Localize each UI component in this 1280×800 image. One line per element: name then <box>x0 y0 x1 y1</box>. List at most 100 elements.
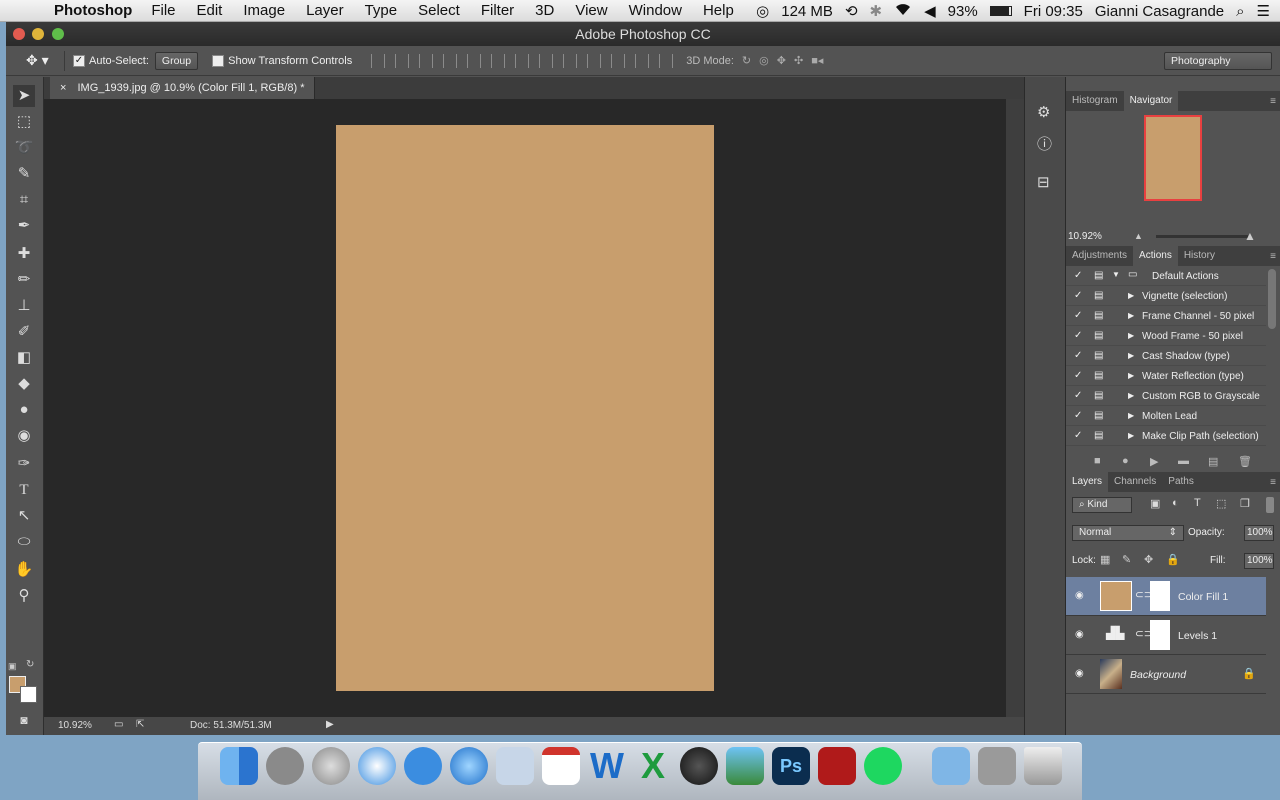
bluetooth-icon[interactable]: ✱ <box>870 2 883 20</box>
expand-triangle-icon[interactable]: ▶ <box>1128 411 1134 420</box>
type-tool-icon[interactable]: T <box>13 479 35 501</box>
spotify-icon[interactable] <box>864 747 902 785</box>
lasso-tool-icon[interactable]: ➰ <box>13 137 35 159</box>
action-set[interactable]: ✓ ▤ ▼ ▭ Default Actions <box>1066 266 1266 286</box>
align-hcenter-icon[interactable] <box>467 53 482 68</box>
background-color-swatch[interactable] <box>20 686 37 703</box>
battery-readout[interactable]: 93% <box>948 3 978 20</box>
layer-filter-kind[interactable]: ⌕ Kind <box>1072 497 1132 513</box>
distribute-bottom-icon[interactable] <box>563 53 578 68</box>
align-right-icon[interactable] <box>491 53 506 68</box>
menu-file[interactable]: File <box>151 2 175 19</box>
status-view-icon[interactable]: ▭ <box>114 719 123 730</box>
zoom-window-button[interactable] <box>52 28 64 40</box>
word-icon[interactable]: W <box>588 747 626 785</box>
action-enabled-check-icon[interactable]: ✓ <box>1074 350 1082 361</box>
time-machine-icon[interactable]: ⟲ <box>845 2 858 20</box>
action-dialog-toggle-icon[interactable]: ▤ <box>1094 290 1103 301</box>
battery-icon[interactable] <box>989 6 1012 16</box>
visibility-eye-icon[interactable]: ◉ <box>1075 629 1084 640</box>
lock-position-icon[interactable]: ✥ <box>1144 553 1153 566</box>
menu-image[interactable]: Image <box>243 2 285 19</box>
align-top-icon[interactable] <box>371 53 386 68</box>
3d-slide-icon[interactable]: ✣ <box>794 54 803 67</box>
filter-smart-object-icon[interactable]: ❐ <box>1240 497 1250 510</box>
path-selection-tool-icon[interactable]: ↖ <box>13 505 35 527</box>
tab-history[interactable]: History <box>1178 246 1221 266</box>
documents-stack-icon[interactable] <box>978 747 1016 785</box>
menu-layer[interactable]: Layer <box>306 2 344 19</box>
expand-triangle-icon[interactable]: ▶ <box>1128 291 1134 300</box>
wifi-icon[interactable] <box>894 2 912 20</box>
workspace-dropdown[interactable]: Photography <box>1164 51 1272 70</box>
close-tab-icon[interactable]: × <box>60 82 66 94</box>
zoom-out-icon[interactable]: ▲ <box>1134 231 1143 241</box>
canvas-vertical-scrollbar[interactable] <box>1006 99 1024 717</box>
move-tool-preset-icon[interactable]: ✥ ▾ <box>26 52 56 69</box>
filter-type-icon[interactable]: T <box>1194 497 1201 509</box>
tab-layers[interactable]: Layers <box>1066 472 1109 492</box>
healing-brush-tool-icon[interactable]: ✚ <box>13 243 35 265</box>
brush-tool-icon[interactable]: ✏ <box>13 269 35 291</box>
3d-pan-icon[interactable]: ✥ <box>777 54 786 67</box>
action-item[interactable]: ✓ ▤ ▶ Cast Shadow (type) <box>1066 346 1266 366</box>
hand-tool-icon[interactable]: ✋ <box>13 559 35 581</box>
navigator-preview[interactable] <box>1144 115 1202 201</box>
tab-adjustments[interactable]: Adjustments <box>1066 246 1133 266</box>
action-dialog-toggle-icon[interactable]: ▤ <box>1094 370 1103 381</box>
volume-icon[interactable]: ◀ <box>924 2 936 20</box>
tab-paths[interactable]: Paths <box>1162 472 1200 492</box>
tab-histogram[interactable]: Histogram <box>1066 91 1124 111</box>
default-colors-icon[interactable]: ▣ <box>8 661 17 672</box>
filter-pixel-icon[interactable]: ▣ <box>1150 497 1160 510</box>
canvas-area[interactable] <box>44 99 1006 717</box>
auto-align-icon[interactable] <box>659 53 674 68</box>
menu-window[interactable]: Window <box>629 2 682 19</box>
distribute-hcenter-icon[interactable] <box>611 53 626 68</box>
zoom-tool-icon[interactable]: ⚲ <box>13 585 35 607</box>
eyedropper-tool-icon[interactable]: ✒ <box>13 215 35 237</box>
visibility-eye-icon[interactable]: ◉ <box>1075 590 1084 601</box>
zoom-in-icon[interactable]: ▲ <box>1244 229 1256 243</box>
status-zoom[interactable]: 10.92% <box>58 720 92 731</box>
record-icon[interactable]: ● <box>1122 455 1129 467</box>
action-dialog-toggle-icon[interactable]: ▤ <box>1094 350 1103 361</box>
ellipse-tool-icon[interactable]: ⬭ <box>13 531 35 553</box>
transform-controls-checkbox[interactable] <box>212 54 225 67</box>
menu-edit[interactable]: Edit <box>197 2 223 19</box>
expand-triangle-icon[interactable]: ▶ <box>1128 331 1134 340</box>
3d-rotate-icon[interactable]: ↻ <box>742 54 751 67</box>
properties-panel-icon[interactable]: ⚙ <box>1037 103 1050 121</box>
eraser-tool-icon[interactable]: ◧ <box>13 347 35 369</box>
layer-row-background[interactable]: ◉ Background 🔒 <box>1066 655 1266 694</box>
layer-row-levels[interactable]: ◉ ▟▙ ⊂⊃ Levels 1 <box>1066 616 1266 655</box>
3d-scale-icon[interactable]: ■◂ <box>811 54 823 67</box>
document-tab[interactable]: × IMG_1939.jpg @ 10.9% (Color Fill 1, RG… <box>50 77 316 99</box>
navigator-zoom-slider[interactable] <box>1156 235 1248 238</box>
photoshop-dock-icon[interactable]: Ps <box>772 747 810 785</box>
menu-help[interactable]: Help <box>703 2 734 19</box>
filter-adjustment-icon[interactable]: ◐ <box>1172 497 1179 509</box>
action-item[interactable]: ✓ ▤ ▶ Make Clip Path (selection) <box>1066 426 1266 446</box>
quick-selection-tool-icon[interactable]: ✎ <box>13 163 35 185</box>
action-enabled-check-icon[interactable]: ✓ <box>1074 430 1082 441</box>
tab-channels[interactable]: Channels <box>1108 472 1162 492</box>
expand-triangle-icon[interactable]: ▶ <box>1128 311 1134 320</box>
new-set-icon[interactable]: ▬ <box>1178 455 1189 467</box>
distribute-right-icon[interactable] <box>635 53 650 68</box>
menu-select[interactable]: Select <box>418 2 460 19</box>
menu-filter[interactable]: Filter <box>481 2 514 19</box>
clock[interactable]: Fri 09:35 <box>1024 3 1083 20</box>
status-menu-arrow-icon[interactable]: ▶ <box>326 719 334 730</box>
layer-name[interactable]: Levels 1 <box>1178 630 1217 642</box>
actions-panel-menu-icon[interactable]: ≡ <box>1270 251 1276 262</box>
notification-center-icon[interactable]: ☰ <box>1257 2 1270 20</box>
downloads-folder-icon[interactable] <box>932 747 970 785</box>
lock-pixels-icon[interactable]: ✎ <box>1122 553 1131 566</box>
calendar-icon[interactable] <box>542 747 580 785</box>
layer-name[interactable]: Color Fill 1 <box>1178 591 1228 603</box>
menu-3d[interactable]: 3D <box>535 2 554 19</box>
action-enabled-check-icon[interactable]: ✓ <box>1074 390 1082 401</box>
dodge-tool-icon[interactable]: ◉ <box>13 425 35 447</box>
auto-select-checkbox[interactable]: ✓ <box>73 54 85 67</box>
